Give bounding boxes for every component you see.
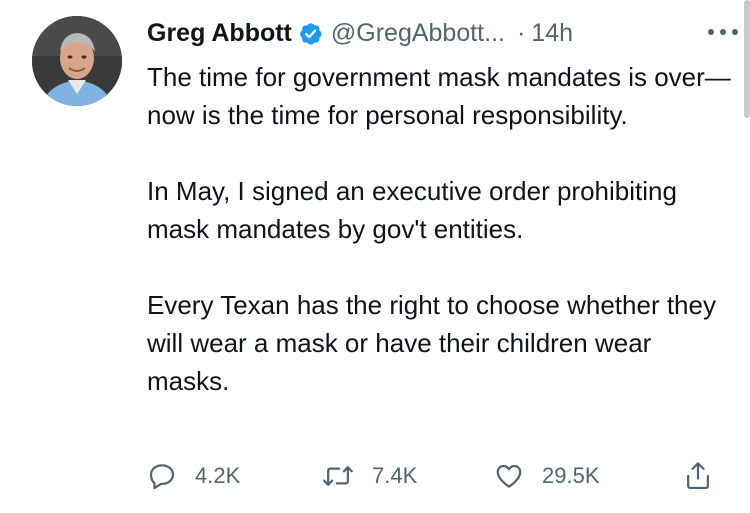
like-button[interactable]: 29.5K xyxy=(494,456,600,496)
retweet-button[interactable]: 7.4K xyxy=(322,456,417,496)
share-icon xyxy=(683,460,713,492)
verified-badge-icon xyxy=(298,21,323,46)
avatar-photo xyxy=(32,16,122,106)
like-icon xyxy=(494,461,524,491)
reply-button[interactable]: 4.2K xyxy=(147,456,240,496)
more-dot xyxy=(708,29,714,35)
reply-count: 4.2K xyxy=(195,463,241,488)
more-dot xyxy=(732,29,738,35)
tweet-paragraph: The time for government mask mandates is… xyxy=(147,62,731,130)
author-name[interactable]: Greg Abbott xyxy=(147,19,292,48)
like-count: 29.5K xyxy=(542,463,600,488)
tweet-text: The time for government mask mandates is… xyxy=(147,58,737,400)
reply-icon xyxy=(147,461,177,491)
more-dot xyxy=(720,29,726,35)
share-button[interactable] xyxy=(683,456,713,496)
tweet-paragraph: In May, I signed an executive order proh… xyxy=(147,176,677,244)
scrollbar[interactable] xyxy=(744,0,750,118)
retweet-icon xyxy=(322,461,354,491)
tweet-timestamp[interactable]: 14h xyxy=(531,19,573,48)
tweet-header: Greg Abbott @GregAbbott... · 14h xyxy=(147,14,730,52)
author-handle[interactable]: @GregAbbott... xyxy=(331,19,505,48)
tweet-paragraph: Every Texan has the right to choose whet… xyxy=(147,290,716,396)
time-separator: · xyxy=(516,18,526,47)
retweet-count: 7.4K xyxy=(372,463,418,488)
tweet-actions: 4.2K 7.4K 29.5K xyxy=(147,456,727,496)
avatar[interactable] xyxy=(32,16,122,106)
more-options-icon[interactable] xyxy=(708,22,738,42)
